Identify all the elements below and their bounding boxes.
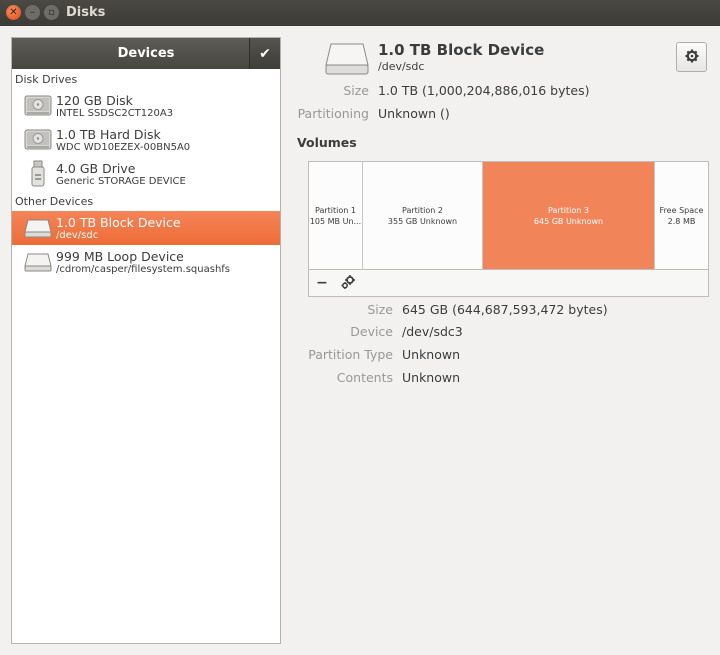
- minus-icon: −: [316, 275, 328, 291]
- device-details-panel: 1.0 TB Block Device /dev/sdc Size 1.0 TB…: [281, 26, 720, 655]
- hard-disk-icon: [23, 125, 53, 155]
- maximize-window-button[interactable]: ▫: [44, 5, 59, 20]
- size-value: 1.0 TB (1,000,204,886,016 bytes): [378, 83, 590, 98]
- sidebar-item-name: 999 MB Loop Device: [56, 248, 184, 264]
- sidebar-item-1tb-block-device[interactable]: 1.0 TB Block Device /dev/sdc: [12, 211, 280, 245]
- size-label: Size: [343, 83, 369, 98]
- gears-icon: [340, 274, 356, 293]
- close-window-button[interactable]: ✕: [6, 5, 21, 20]
- sidebar-title: Devices: [117, 46, 175, 61]
- volume-size-row: Size 645 GB (644,687,593,472 bytes): [281, 302, 608, 317]
- volume-toolbar: −: [309, 269, 708, 296]
- partition-name: Partition 1: [315, 205, 356, 215]
- volume-device-value: /dev/sdc3: [402, 324, 463, 339]
- partition-detail: 105 MB Un...: [309, 216, 362, 226]
- contents-value: Unknown: [402, 370, 461, 385]
- sidebar-item-name: 1.0 TB Block Device: [56, 214, 181, 230]
- sidebar-item-120gb-disk[interactable]: 120 GB Disk INTEL SSDSC2CT120A3: [12, 89, 280, 123]
- drive-settings-button[interactable]: [676, 42, 707, 72]
- devices-sidebar: Devices ✔ Disk Drives 120 GB Disk INTEL …: [11, 37, 281, 644]
- partition-3-block[interactable]: Partition 3 645 GB Unknown: [483, 162, 655, 269]
- partition-type-value: Unknown: [402, 347, 461, 362]
- device-title: 1.0 TB Block Device: [378, 41, 545, 59]
- gear-icon: [685, 49, 699, 66]
- volume-device-row: Device /dev/sdc3: [281, 324, 463, 339]
- minimize-icon: –: [30, 6, 35, 18]
- minimize-window-button[interactable]: –: [25, 5, 40, 20]
- select-mode-button[interactable]: ✔: [249, 38, 280, 69]
- sidebar-item-model: INTEL SSDSC2CT120A3: [56, 107, 174, 119]
- volume-size-label: Size: [367, 302, 393, 317]
- window-title: Disks: [66, 5, 106, 20]
- partitioning-row: Partitioning Unknown (): [281, 106, 450, 121]
- section-disk-drives: Disk Drives: [15, 73, 78, 86]
- maximize-icon: ▫: [48, 6, 55, 18]
- hard-disk-icon: [23, 91, 53, 121]
- remove-partition-button[interactable]: −: [309, 270, 335, 296]
- sidebar-item-name: 4.0 GB Drive: [56, 160, 136, 176]
- usb-drive-icon: [23, 159, 53, 189]
- sidebar-item-model: WDC WD10EZEX-00BN5A0: [56, 141, 191, 153]
- contents-row: Contents Unknown: [281, 370, 460, 385]
- sidebar-header: Devices ✔: [12, 38, 280, 69]
- partition-2-block[interactable]: Partition 2 355 GB Unknown: [363, 162, 483, 269]
- partition-detail: 355 GB Unknown: [387, 216, 458, 226]
- partition-bar: Partition 1 105 MB Un... Partition 2 355…: [309, 162, 708, 269]
- contents-label: Contents: [336, 370, 393, 385]
- device-size-row: Size 1.0 TB (1,000,204,886,016 bytes): [281, 83, 589, 98]
- sidebar-item-name: 120 GB Disk: [56, 92, 133, 108]
- partition-name: Free Space: [659, 205, 704, 215]
- block-device-icon: [23, 213, 53, 243]
- sidebar-item-path: /dev/sdc: [56, 229, 99, 241]
- checkmark-icon: ✔: [259, 45, 271, 62]
- partition-1-block[interactable]: Partition 1 105 MB Un...: [309, 162, 363, 269]
- section-other-devices: Other Devices: [15, 195, 94, 208]
- volume-size-value: 645 GB (644,687,593,472 bytes): [402, 302, 608, 317]
- title-bar: ✕ – ▫ Disks: [0, 0, 720, 26]
- sidebar-item-1tb-hard-disk[interactable]: 1.0 TB Hard Disk WDC WD10EZEX-00BN5A0: [12, 123, 280, 157]
- volumes-heading: Volumes: [297, 135, 357, 150]
- volume-device-label: Device: [350, 324, 393, 339]
- partition-detail: 2.8 MB: [667, 216, 696, 226]
- close-icon: ✕: [9, 6, 18, 18]
- volumes-map: Partition 1 105 MB Un... Partition 2 355…: [308, 161, 709, 297]
- partitioning-value: Unknown (): [378, 106, 450, 121]
- partition-options-button[interactable]: [335, 270, 361, 296]
- partition-name: Partition 3: [548, 205, 589, 215]
- loop-device-icon: [23, 247, 53, 277]
- partition-type-label: Partition Type: [308, 347, 393, 362]
- sidebar-item-name: 1.0 TB Hard Disk: [56, 126, 161, 142]
- free-space-block[interactable]: Free Space 2.8 MB: [655, 162, 708, 269]
- partition-detail: 645 GB Unknown: [533, 216, 604, 226]
- sidebar-item-999mb-loop-device[interactable]: 999 MB Loop Device /cdrom/casper/filesys…: [12, 245, 280, 279]
- partition-type-row: Partition Type Unknown: [281, 347, 460, 362]
- block-device-icon: [325, 41, 369, 80]
- sidebar-item-path: /cdrom/casper/filesystem.squashfs: [56, 263, 231, 275]
- sidebar-item-model: Generic STORAGE DEVICE: [56, 175, 186, 187]
- partition-name: Partition 2: [402, 205, 443, 215]
- device-path: /dev/sdc: [378, 60, 425, 73]
- partitioning-label: Partitioning: [297, 106, 369, 121]
- sidebar-item-4gb-drive[interactable]: 4.0 GB Drive Generic STORAGE DEVICE: [12, 157, 280, 191]
